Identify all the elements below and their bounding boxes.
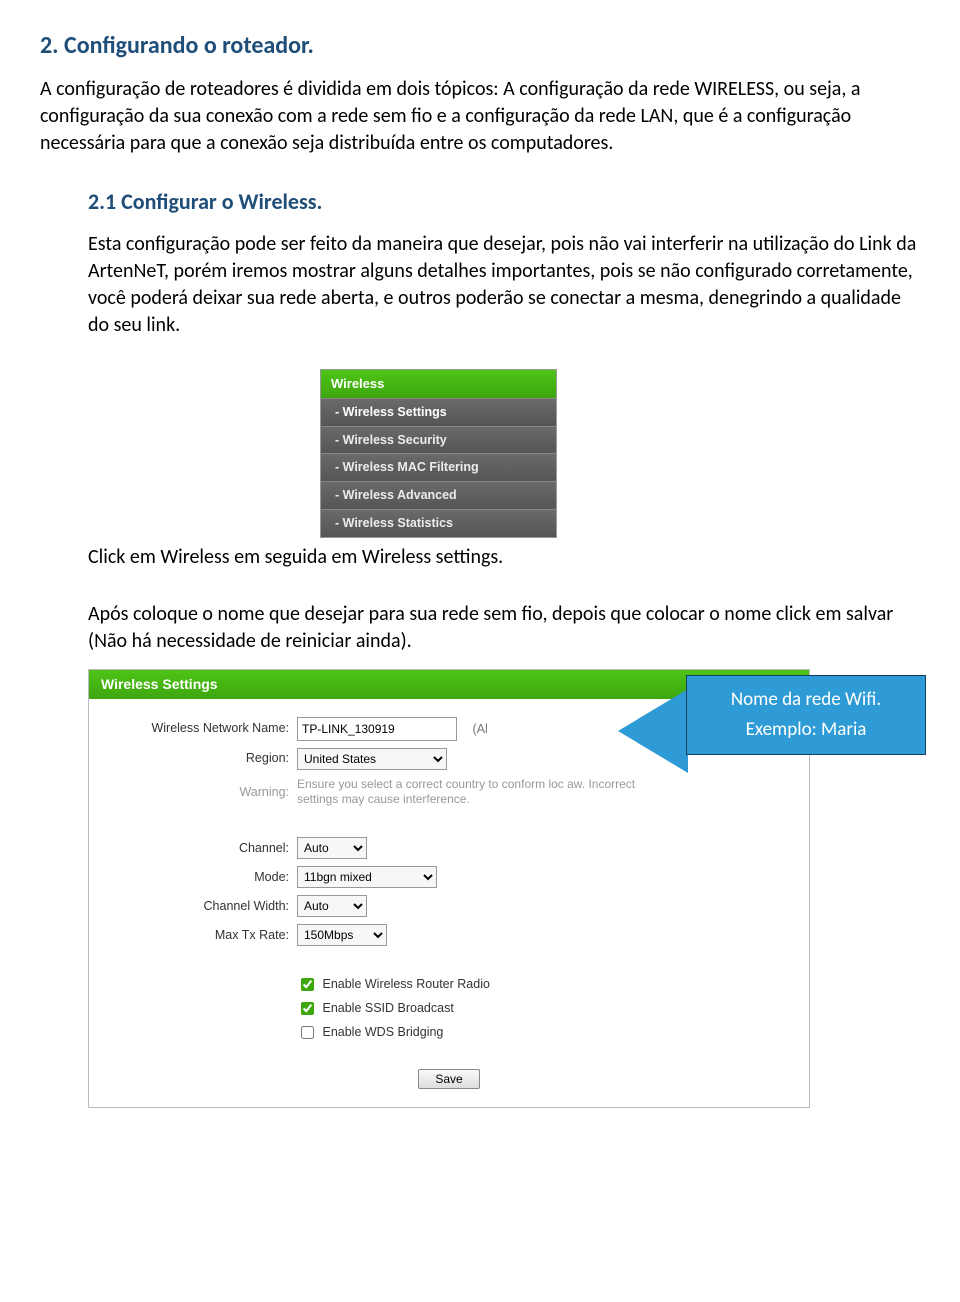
checkbox-enable-wds[interactable] <box>301 1026 314 1039</box>
input-network-name[interactable] <box>297 717 457 741</box>
label-channel: Channel: <box>99 840 297 857</box>
label-network-name: Wireless Network Name: <box>99 720 297 737</box>
menu-item-wireless-settings[interactable]: - Wireless Settings <box>321 398 556 426</box>
label-channel-width: Channel Width: <box>99 898 297 915</box>
checkbox-enable-ssid-label: Enable SSID Broadcast <box>322 1001 453 1015</box>
select-region[interactable]: United States <box>297 748 447 770</box>
body-paragraph-1: Esta configuração pode ser feito da mane… <box>88 231 920 339</box>
label-max-tx-rate: Max Tx Rate: <box>99 927 297 944</box>
section-title: 2. Configurando o roteador. <box>40 30 920 62</box>
wireless-menu-header[interactable]: Wireless <box>321 370 556 398</box>
checkbox-enable-radio-label: Enable Wireless Router Radio <box>322 977 489 991</box>
name-suffix-text: (Al <box>472 722 487 736</box>
body-paragraph-2: Click em Wireless em seguida em Wireless… <box>88 544 920 571</box>
menu-item-wireless-statistics[interactable]: - Wireless Statistics <box>321 509 556 537</box>
select-channel-width[interactable]: Auto <box>297 895 367 917</box>
body-paragraph-3: Após coloque o nome que desejar para sua… <box>88 601 920 655</box>
warning-text: Ensure you select a correct country to c… <box>297 777 677 808</box>
label-mode: Mode: <box>99 869 297 886</box>
callout-text-line1: Nome da rede Wifi. <box>687 687 925 713</box>
label-region: Region: <box>99 750 297 767</box>
callout-text-line2: Exemplo: Maria <box>687 717 925 743</box>
subsection-title: 2.1 Configurar o Wireless. <box>88 187 920 217</box>
checkbox-enable-wds-label: Enable WDS Bridging <box>322 1025 443 1039</box>
checkbox-enable-radio[interactable] <box>301 978 314 991</box>
menu-item-wireless-mac-filtering[interactable]: - Wireless MAC Filtering <box>321 453 556 481</box>
select-mode[interactable]: 11bgn mixed <box>297 866 437 888</box>
intro-paragraph: A configuração de roteadores é dividida … <box>40 76 920 157</box>
label-warning: Warning: <box>99 784 297 801</box>
menu-item-wireless-advanced[interactable]: - Wireless Advanced <box>321 481 556 509</box>
wireless-menu: Wireless - Wireless Settings - Wireless … <box>320 369 557 538</box>
select-max-tx-rate[interactable]: 150Mbps <box>297 924 387 946</box>
checkbox-enable-ssid[interactable] <box>301 1002 314 1015</box>
menu-item-wireless-security[interactable]: - Wireless Security <box>321 426 556 454</box>
select-channel[interactable]: Auto <box>297 837 367 859</box>
save-button[interactable]: Save <box>418 1069 479 1089</box>
